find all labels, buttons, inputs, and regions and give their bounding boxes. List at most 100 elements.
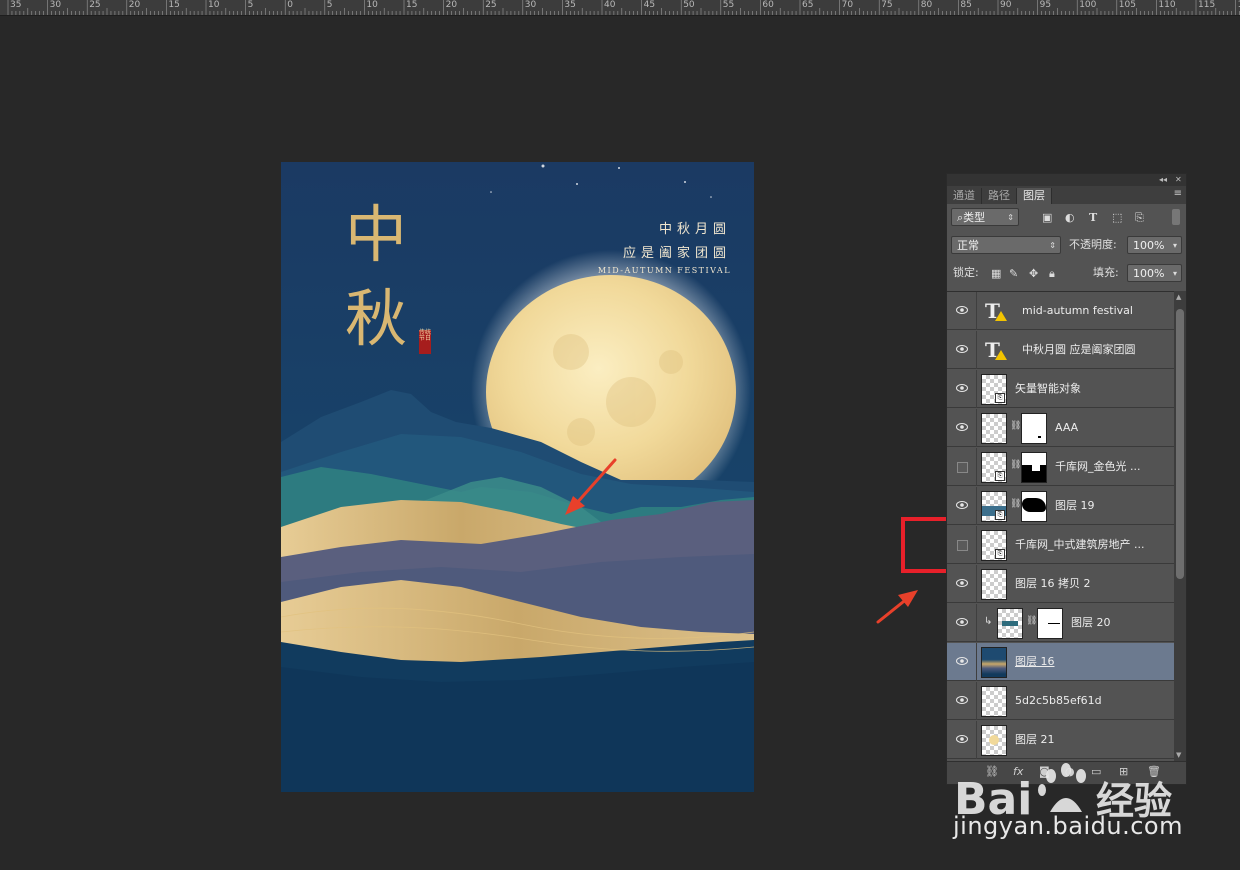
layer-thumbnail xyxy=(981,569,1007,600)
tab-paths[interactable]: 路径 xyxy=(982,188,1017,204)
ruler-label: 25 xyxy=(485,0,497,10)
lock-all-icon[interactable]: 🔒︎ xyxy=(1049,266,1055,282)
ruler-ticks xyxy=(7,0,1240,15)
layer-row[interactable]: 图层 16 xyxy=(947,643,1174,681)
visibility-eye-icon[interactable] xyxy=(947,370,977,408)
ruler-label: 60 xyxy=(762,0,774,10)
adjustment-filter-icon[interactable]: ◐ xyxy=(1065,210,1075,226)
layer-mask-thumbnail[interactable] xyxy=(1037,608,1063,639)
opacity-value: 100% xyxy=(1133,239,1165,252)
layer-mask-thumbnail[interactable] xyxy=(1021,413,1047,444)
layer-name[interactable]: 图层 20 xyxy=(1071,604,1111,642)
visibility-eye-icon[interactable] xyxy=(947,565,977,603)
warning-icon xyxy=(995,311,1007,321)
layer-name[interactable]: AAA xyxy=(1055,409,1078,447)
smart-object-badge-icon: ⎘ xyxy=(995,549,1005,559)
filter-kind-select[interactable]: ⌕类型 ⇕ xyxy=(951,208,1019,226)
layer-mask-thumbnail[interactable] xyxy=(1021,491,1047,522)
ruler-label: 20 xyxy=(445,0,458,10)
horizontal-ruler[interactable]: 35 30 25 20 15 10 5 0 5 10 15 20 25 30 35 40 45 50 55 60 65 7… xyxy=(0,0,1240,16)
visibility-off-box[interactable] xyxy=(947,448,977,486)
smart-object-filter-icon[interactable]: ⎘ xyxy=(1135,210,1144,226)
filter-toggle[interactable] xyxy=(1172,209,1180,225)
ruler-label: 65 xyxy=(802,0,814,10)
layer-name[interactable]: mid-autumn festival xyxy=(1022,292,1133,330)
warning-icon xyxy=(995,350,1007,360)
mask-link-icon[interactable]: ⛓ xyxy=(1010,499,1021,509)
text-layer-icon: T xyxy=(985,300,1007,322)
ruler-label: 100 xyxy=(1079,0,1097,10)
close-icon[interactable]: ✕ xyxy=(1175,174,1182,186)
layer-row[interactable]: 图层 16 拷贝 2 xyxy=(947,565,1174,603)
filter-kind-value: 类型 xyxy=(963,211,986,224)
lock-transparency-icon[interactable]: ▦ xyxy=(991,266,1001,282)
tab-channels[interactable]: 通道 xyxy=(947,188,982,204)
visibility-eye-icon[interactable] xyxy=(947,604,977,642)
layer-row[interactable]: T 中秋月圆 应是阖家团圆 xyxy=(947,331,1174,369)
ruler-label: 15 xyxy=(406,0,418,10)
visibility-off-box[interactable] xyxy=(947,526,977,564)
smart-object-badge-icon: ⎘ xyxy=(995,393,1005,403)
mask-link-icon[interactable]: ⛓ xyxy=(1010,421,1021,431)
visibility-eye-icon[interactable] xyxy=(947,682,977,720)
layer-row[interactable]: ⎘ ⛓ 图层 19 xyxy=(947,487,1174,525)
tab-layers[interactable]: 图层 xyxy=(1017,188,1052,204)
fill-field[interactable]: 100% ▾ xyxy=(1127,264,1182,282)
red-seal-stamp: 传统节日 xyxy=(419,330,431,354)
layer-name[interactable]: 图层 19 xyxy=(1055,487,1095,525)
ruler-label: 80 xyxy=(920,0,933,10)
layer-mask-thumbnail[interactable] xyxy=(1021,452,1047,483)
visibility-eye-icon[interactable] xyxy=(947,292,977,330)
ruler-label: 70 xyxy=(841,0,854,10)
layer-name[interactable]: 5d2c5b85ef61d xyxy=(1015,682,1102,720)
layer-thumbnail xyxy=(981,647,1007,678)
layer-row[interactable]: ⎘ 千库网_中式建筑房地产 ... xyxy=(947,526,1174,564)
layer-row[interactable]: 5d2c5b85ef61d xyxy=(947,682,1174,720)
lock-pixels-icon[interactable]: ✎ xyxy=(1009,266,1018,282)
ruler-label: 35 xyxy=(564,0,576,10)
blend-mode-select[interactable]: 正常 ⇕ xyxy=(951,236,1061,254)
shape-filter-icon[interactable]: ⬚ xyxy=(1112,210,1122,226)
panel-menu-icon[interactable]: ≡ xyxy=(1174,188,1182,199)
layer-row[interactable]: ⎘ ⛓ 千库网_金色光 ... xyxy=(947,448,1174,486)
mask-link-icon[interactable]: ⛓ xyxy=(1026,616,1037,626)
clipping-arrow-icon: ↳ xyxy=(984,616,993,627)
layer-name[interactable]: 图层 16 拷贝 2 xyxy=(1015,565,1091,603)
ruler-label: 40 xyxy=(604,0,616,10)
layer-name[interactable]: 千库网_金色光 ... xyxy=(1055,448,1141,486)
collapse-icon[interactable]: ◂◂ xyxy=(1159,174,1167,186)
layer-name[interactable]: 千库网_中式建筑房地产 ... xyxy=(1015,526,1145,564)
fill-value: 100% xyxy=(1133,267,1165,280)
chevron-down-icon: ▾ xyxy=(1172,241,1177,250)
ruler-label: 5 xyxy=(247,0,254,10)
type-filter-icon[interactable]: T xyxy=(1089,210,1097,226)
pixel-filter-icon[interactable]: ▣ xyxy=(1042,210,1052,226)
lock-label: 锁定: xyxy=(953,266,979,279)
chevron-updown-icon: ⇕ xyxy=(1007,213,1014,222)
opacity-field[interactable]: 100% ▾ xyxy=(1127,236,1182,254)
layers-panel[interactable]: ◂◂ ✕ 通道 路径 图层 ≡ ⌕类型 ⇕ ▣ ◐ T ⬚ ⎘ 正常 ⇕ 不透明… xyxy=(946,173,1187,785)
blend-mode-value: 正常 xyxy=(957,239,979,252)
visibility-eye-icon[interactable] xyxy=(947,331,977,369)
layer-thumbnail xyxy=(981,413,1007,444)
layer-name[interactable]: 图层 16 xyxy=(1015,643,1055,681)
layer-row[interactable]: ⛓ AAA xyxy=(947,409,1174,447)
scroll-up-icon[interactable]: ▲ xyxy=(1176,293,1181,301)
layer-list-scrollbar[interactable]: ▲ ▼ xyxy=(1174,291,1186,761)
panel-title-bar[interactable]: ◂◂ ✕ xyxy=(947,174,1186,186)
document-canvas[interactable]: 中 秋 传统节日 中秋月圆 应是阖家团圆 MID-AUTUMN FESTIVAL xyxy=(281,162,754,792)
visibility-eye-icon[interactable] xyxy=(947,643,977,681)
layer-name[interactable]: 中秋月圆 应是阖家团圆 xyxy=(1022,331,1136,369)
ruler-label: 30 xyxy=(524,0,537,10)
mask-link-icon[interactable]: ⛓ xyxy=(1010,460,1021,470)
visibility-eye-icon[interactable] xyxy=(947,409,977,447)
scrollbar-thumb[interactable] xyxy=(1176,309,1184,579)
lock-position-icon[interactable]: ✥ xyxy=(1029,266,1038,282)
visibility-eye-icon[interactable] xyxy=(947,487,977,525)
layer-name[interactable]: 矢量智能对象 xyxy=(1015,370,1081,408)
ruler-label: 35 xyxy=(10,0,22,10)
layer-row[interactable]: ⎘ 矢量智能对象 xyxy=(947,370,1174,408)
layer-row[interactable]: ↳ ⛓ 图层 20 xyxy=(947,604,1174,642)
layer-list[interactable]: Tmid-autumn festival T 中秋月圆 应是阖家团圆 ⎘ 矢量智能对象 ⛓… xyxy=(947,291,1174,762)
layer-row[interactable]: Tmid-autumn festival xyxy=(947,292,1174,330)
